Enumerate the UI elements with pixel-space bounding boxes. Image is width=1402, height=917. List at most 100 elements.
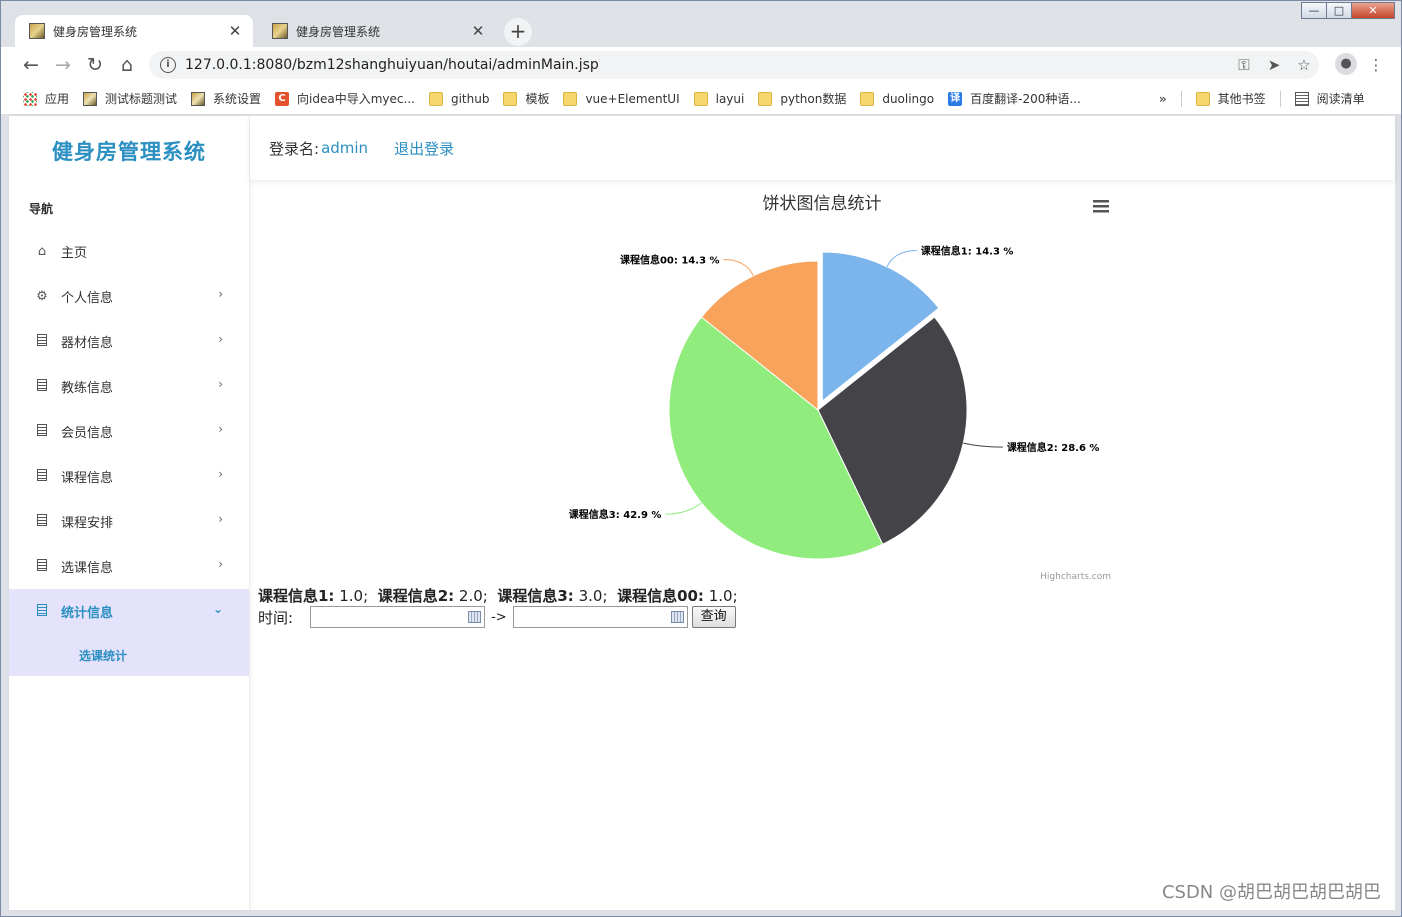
login-label: 登录名: [269, 139, 320, 158]
username-link[interactable]: admin [321, 139, 368, 157]
building-icon [35, 558, 49, 575]
building-icon [35, 378, 49, 395]
browser-tab-active[interactable]: 健身房管理系统 ✕ [15, 15, 253, 47]
bookmark-folder[interactable]: vue+ElementUI [563, 91, 680, 106]
query-button[interactable]: 查询 [691, 606, 736, 628]
time-label: 时间: [258, 608, 294, 627]
stats-line: 课程信息1: 1.0; 课程信息2: 2.0; 课程信息3: 3.0; 课程信息… [258, 585, 738, 606]
pie-connector [886, 250, 917, 267]
bookmark-item[interactable]: 译百度翻译-200种语... [948, 90, 1081, 107]
pie-data-label: 课程信息00: 14.3 % [620, 254, 720, 267]
back-icon[interactable]: ← [15, 54, 47, 76]
star-icon[interactable]: ☆ [1289, 56, 1319, 74]
bookmark-folder[interactable]: 模板 [503, 90, 549, 107]
reading-list[interactable]: 阅读清单 [1294, 90, 1365, 107]
bookmark-folder[interactable]: github [428, 91, 489, 106]
bookmark-folder[interactable]: python数据 [758, 90, 846, 107]
browser-window: — □ ✕ 健身房管理系统 ✕ 健身房管理系统 ✕ + ← → ↻ ⌂ i 12… [0, 0, 1402, 917]
bookmark-separator [1279, 90, 1281, 107]
chart-credits[interactable]: Highcharts.com [1040, 572, 1111, 582]
apps-grid-icon [23, 91, 37, 106]
bookmark-apps[interactable]: 应用 [23, 90, 69, 107]
building-icon [35, 333, 49, 350]
home-nav-icon[interactable]: ⌂ [111, 54, 143, 76]
bookmark-item[interactable]: C 向idea中导入myec... [275, 90, 415, 107]
logout-link[interactable]: 退出登录 [394, 138, 454, 159]
browser-tab-inactive[interactable]: 健身房管理系统 ✕ [258, 15, 496, 47]
pie-chart: 饼状图信息统计 课程信息1: 14.3 % 课程信息2: 28.6 % 课程信息3:… [569, 194, 1111, 582]
sidebar-item-member[interactable]: 会员信息 › [9, 409, 249, 454]
pie-connector [665, 502, 702, 515]
key-icon[interactable]: ⚿ [1229, 56, 1259, 74]
sidebar-item-schedule[interactable]: 课程安排 › [9, 499, 249, 544]
bookmark-folder[interactable]: layui [693, 91, 744, 106]
sidebar-item-label: 教练信息 [61, 381, 114, 396]
top-header: 登录名: admin 退出登录 [250, 116, 1395, 180]
folder-icon [503, 91, 518, 106]
brand-title: 健身房管理系统 [52, 140, 206, 164]
calendar-icon[interactable] [468, 611, 482, 623]
csdn-watermark: CSDN @胡巴胡巴胡巴胡巴 [1161, 882, 1381, 903]
more-bookmarks-icon[interactable]: » [1159, 92, 1167, 106]
reading-list-icon [1294, 91, 1309, 106]
start-date-input[interactable] [310, 606, 486, 628]
sidebar-item-label: 统计信息 [61, 606, 114, 621]
address-bar[interactable]: i 127.0.0.1:8080/bzm12shanghuiyuan/houta… [149, 51, 1319, 79]
url-text[interactable]: 127.0.0.1:8080/bzm12shanghuiyuan/houtai/… [185, 57, 1229, 73]
stat-value: 1.0; [708, 587, 738, 605]
stat-value: 2.0; [458, 587, 488, 605]
chevron-down-icon: ⌄ [212, 602, 223, 616]
bookmark-item[interactable]: 测试标题测试 [83, 90, 177, 107]
site-info-icon[interactable]: i [160, 57, 176, 73]
sidebar-subitem-enrollment-stats[interactable]: 选课统计 [9, 634, 249, 676]
calendar-icon[interactable] [670, 611, 684, 623]
stat-label: 课程信息1: [258, 587, 335, 605]
pie-slices [668, 251, 968, 560]
pie-connector [963, 442, 1003, 448]
folder-icon [563, 91, 578, 106]
chevron-right-icon: › [218, 422, 223, 436]
bookmark-item[interactable]: 系统设置 [191, 90, 261, 107]
bookmark-folder[interactable]: duolingo [860, 91, 934, 106]
profile-avatar-icon[interactable]: ● [1335, 53, 1357, 75]
stat-label: 课程信息2: [377, 587, 455, 605]
stat-label: 课程信息00: [617, 587, 704, 605]
end-date-input[interactable] [512, 606, 688, 628]
folder-icon [428, 91, 443, 106]
sidebar-item-course[interactable]: 课程信息 › [9, 454, 249, 499]
bookmark-other-folder[interactable]: 其他书签 [1195, 90, 1266, 107]
stat-value: 3.0; [578, 587, 608, 605]
menu-kebab-icon[interactable]: ⋮ [1361, 53, 1391, 77]
pie-data-label: 课程信息2: 28.6 % [1007, 441, 1100, 454]
close-tab-icon[interactable]: ✕ [470, 22, 486, 40]
sidebar-item-label: 课程安排 [61, 516, 114, 531]
favicon-icon [29, 23, 45, 39]
range-arrow: -> [491, 609, 507, 625]
close-tab-icon[interactable]: ✕ [227, 22, 243, 40]
nav-section-label: 导航 [29, 202, 54, 216]
chevron-right-icon: › [218, 332, 223, 346]
new-tab-button[interactable]: + [504, 18, 532, 46]
sidebar-item-enrollment[interactable]: 选课信息 › [9, 544, 249, 589]
send-icon[interactable]: ➤ [1259, 56, 1289, 74]
chevron-right-icon: › [218, 557, 223, 571]
gear-icon: ⚙ [36, 289, 48, 304]
bookmark-separator [1180, 90, 1182, 107]
chevron-right-icon: › [218, 512, 223, 526]
tab-title: 健身房管理系统 [53, 24, 138, 39]
toolbar-right: ● ⋮ [1331, 53, 1391, 77]
browser-toolbar: ← → ↻ ⌂ i 127.0.0.1:8080/bzm12shanghuiyu… [1, 47, 1401, 83]
sidebar-item-profile[interactable]: ⚙ 个人信息 › [9, 274, 249, 319]
chevron-right-icon: › [218, 467, 223, 481]
sidebar-item-home[interactable]: ⌂ 主页 [9, 229, 249, 274]
building-icon [35, 513, 49, 530]
page-content: 健身房管理系统 导航 ⌂ 主页 ⚙ 个人信息 › 器材信息 › 教练信息 › 会员信息 › … [9, 116, 1395, 910]
sidebar-item-statistics[interactable]: 统计信息 ⌄ [9, 589, 249, 634]
building-icon [35, 468, 49, 485]
chart-menu-icon[interactable] [1093, 200, 1109, 213]
forward-icon[interactable]: → [47, 54, 79, 76]
sidebar-item-equipment[interactable]: 器材信息 › [9, 319, 249, 364]
pie-data-label: 课程信息1: 14.3 % [921, 245, 1014, 258]
sidebar-item-coach[interactable]: 教练信息 › [9, 364, 249, 409]
reload-icon[interactable]: ↻ [79, 54, 111, 76]
